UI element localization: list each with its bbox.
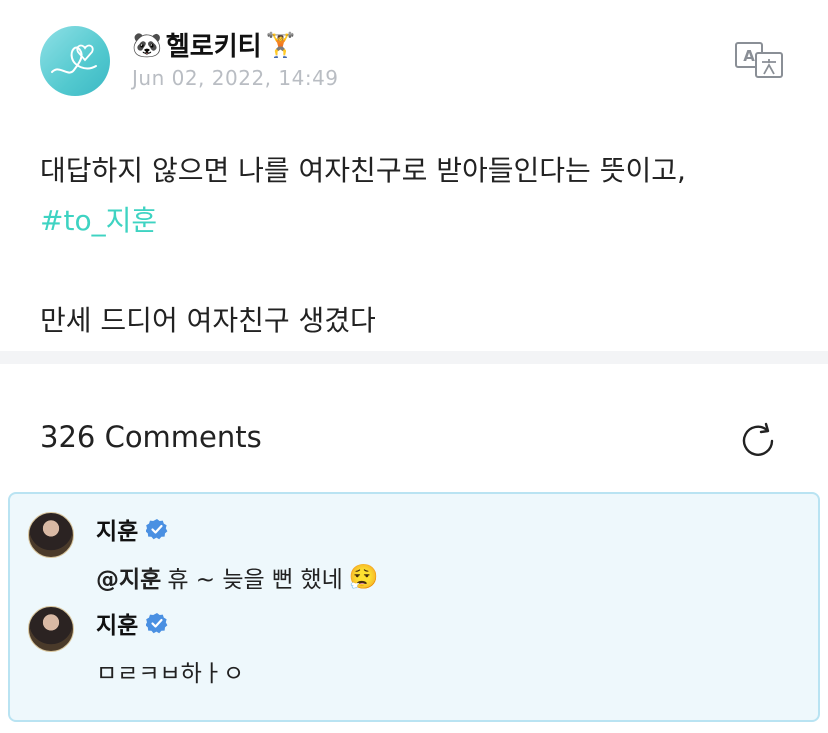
commenter-avatar[interactable] [28,512,74,558]
commenter-name-row[interactable]: 지훈 [96,512,168,546]
comment: 지훈 ㅁㄹㅋㅂ하ㅏㅇ [28,606,808,696]
comment-body: ㅁㄹㅋㅂ하ㅏㅇ [96,661,245,687]
comment-body: 휴 ~ 늦을 뻔 했네 [167,567,343,593]
section-divider [0,351,828,364]
translate-icon: A [735,42,783,78]
exhale-emoji: 😮‍💨 [348,563,379,591]
highlighted-comment-thread: 지훈 @지훈 휴 ~ 늦을 뻔 했네 😮‍💨 지훈 ㅁㄹㅋㅂ하ㅏㅇ [8,492,820,722]
comment-text: ㅁㄹㅋㅂ하ㅏㅇ [96,654,244,688]
commenter-name: 지훈 [96,613,139,639]
panda-emoji: 🐼 [132,30,162,59]
refresh-button[interactable] [738,420,780,462]
commenter-name-row[interactable]: 지훈 [96,606,168,640]
author-name[interactable]: 🐼 헬로키티 🏋️ [132,26,295,63]
post-date: Jun 02, 2022, 14:49 [132,66,339,90]
author-avatar-image [51,44,97,74]
author-avatar[interactable] [40,26,110,96]
comment-mention[interactable]: @지훈 [96,560,161,594]
commenter-avatar[interactable] [28,606,74,652]
comment-text: @지훈 휴 ~ 늦을 뻔 했네 😮‍💨 [96,560,379,594]
post-body-line: 만세 드디어 여자친구 생겼다 [40,304,376,337]
verified-badge-icon [146,519,168,540]
post-body-spacer [40,246,800,296]
author-name-text: 헬로키티 [165,32,262,62]
weightlifter-emoji: 🏋️ [265,30,296,59]
comments-count: 326 Comments [40,420,262,454]
commenter-name: 지훈 [96,519,139,545]
post-body-line: 대답하지 않으면 나를 여자친구로 받아들인다는 뜻이고, [40,154,686,187]
comment: 지훈 @지훈 휴 ~ 늦을 뻔 했네 😮‍💨 [28,512,808,602]
post-body: 대답하지 않으면 나를 여자친구로 받아들인다는 뜻이고, #to_지훈 만세 … [40,146,800,346]
verified-badge-icon [146,613,168,634]
post-header: 🐼 헬로키티 🏋️ Jun 02, 2022, 14:49 A [0,0,828,120]
post-hashtag[interactable]: #to_지훈 [40,196,800,246]
refresh-icon [742,422,774,456]
svg-text:A: A [743,47,755,65]
translate-button[interactable]: A [734,40,786,80]
